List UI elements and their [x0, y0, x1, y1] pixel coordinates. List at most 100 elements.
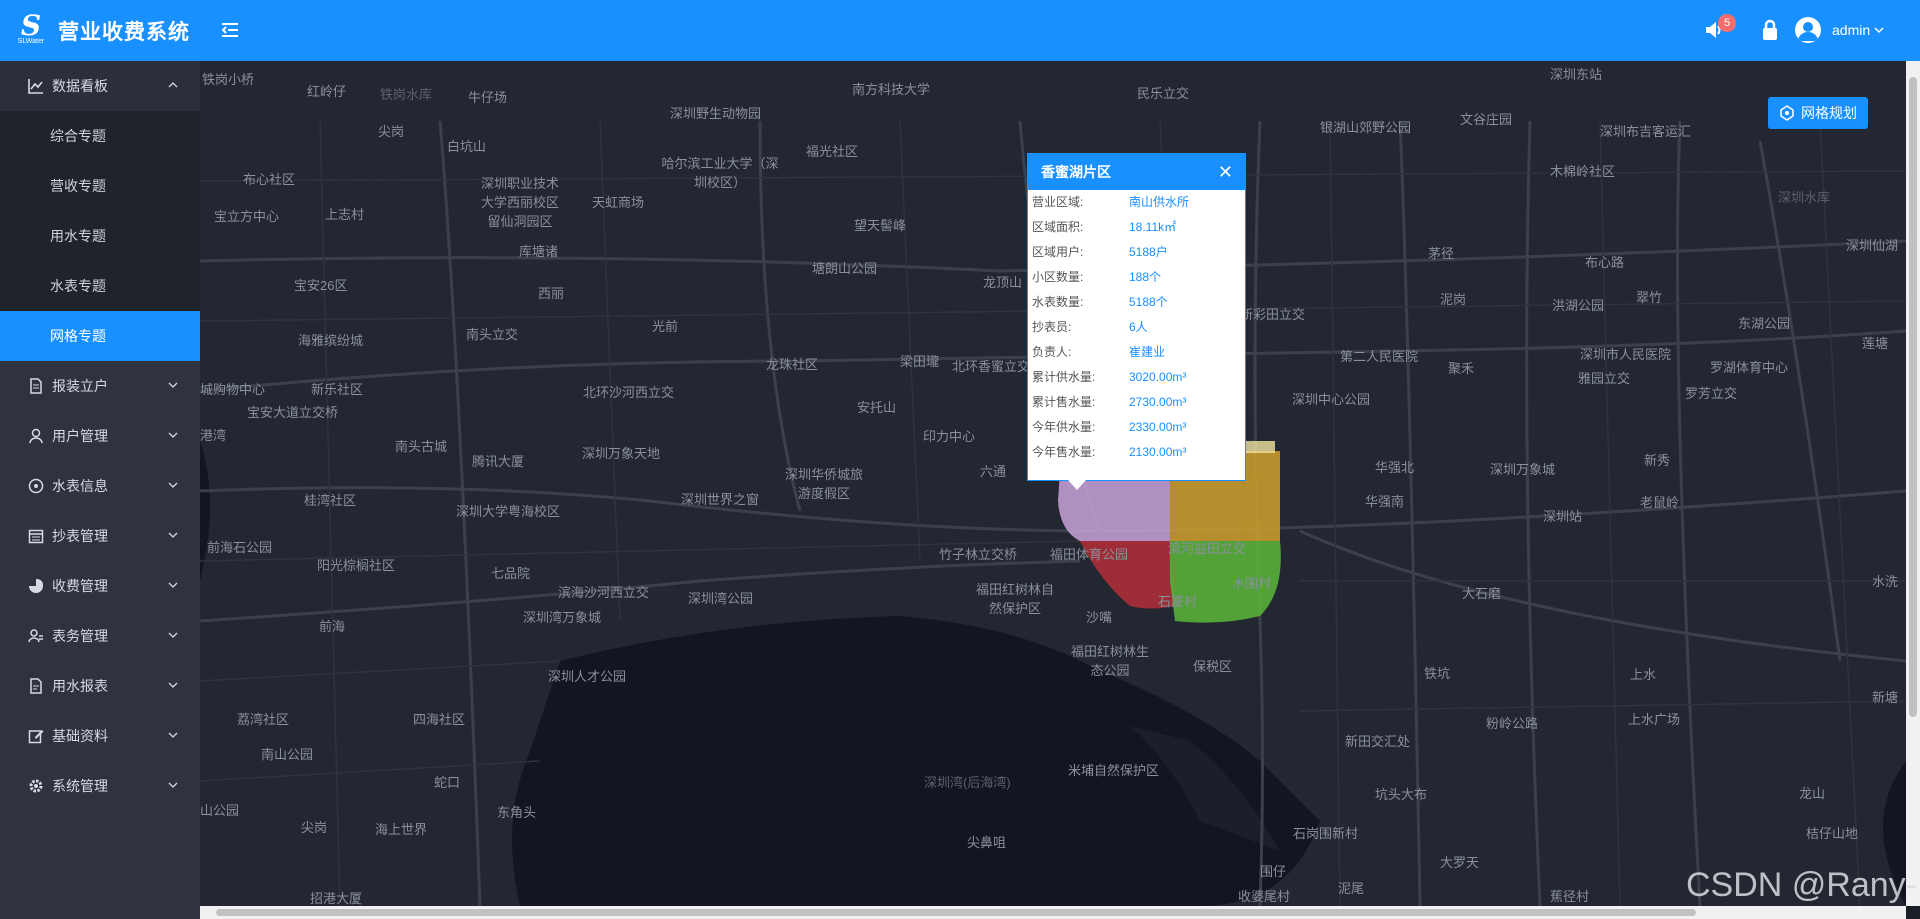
map-place-label: 水洗: [1872, 574, 1899, 589]
map-place-label: 沙嘴: [1086, 610, 1113, 625]
popup-row-key: 区域面积:: [1032, 220, 1084, 234]
sidebar-item-meter-info[interactable]: 水表信息: [0, 461, 200, 511]
popup-row-value: 5188个: [1129, 295, 1168, 309]
map-place-label: 深圳湾(后海湾): [924, 775, 1011, 790]
popup-row-value: 2130.00m³: [1129, 445, 1187, 459]
grid-planning-icon: [1780, 105, 1794, 121]
sidebar-item-reading[interactable]: 抄表管理: [0, 511, 200, 561]
sidebar-item-dashboard[interactable]: 数据看板: [0, 61, 200, 111]
map-place-label: 尖岗: [378, 124, 405, 139]
sidebar-subitem-meter[interactable]: 水表专题: [0, 261, 200, 311]
sidebar-item-charges[interactable]: 收费管理: [0, 561, 200, 611]
map-place-label: 海上世界: [375, 822, 428, 837]
chevron-down-icon: [168, 432, 178, 438]
app-logo: S SLWater: [14, 12, 48, 48]
sidebar-item-label: 数据看板: [52, 78, 108, 94]
sidebar-item-label: 用户管理: [52, 428, 108, 444]
lock-icon[interactable]: [1760, 19, 1780, 41]
sidebar-item-meter-service[interactable]: 表务管理: [0, 611, 200, 661]
map-place-label: 深圳万象城: [1490, 462, 1556, 477]
popup-row-key: 抄表员:: [1032, 320, 1072, 334]
close-icon[interactable]: ✕: [1218, 154, 1233, 190]
map-place-label: 尖岗: [301, 820, 328, 835]
map-place-label: 滨河益田立交: [1168, 541, 1247, 556]
popup-row-value: 3020.00m³: [1129, 370, 1187, 384]
map-place-label: 水围村: [1232, 576, 1272, 591]
popup-row: 水表数量: 5188个: [1028, 290, 1245, 315]
document-icon: [30, 378, 42, 394]
chart-icon: [28, 79, 43, 94]
map-place-label: 望天髻峰: [854, 218, 907, 233]
map-place-label: 梁田瓏: [900, 354, 940, 369]
map-place-label: 福田红树林生态公园: [1070, 644, 1149, 678]
map-place-label: 龙山: [1799, 786, 1826, 801]
map-place-label: 深圳野生动物园: [670, 106, 762, 121]
sidebar-item-installation[interactable]: 报装立户: [0, 361, 200, 411]
popup-row-value: 2330.00m³: [1129, 420, 1187, 434]
sidebar-item-users[interactable]: 用户管理: [0, 411, 200, 461]
popup-pointer: [1068, 480, 1086, 490]
sidebar-item-label: 水表信息: [52, 478, 108, 494]
map-place-label: 泥岗: [1440, 292, 1467, 307]
scrollbar-thumb[interactable]: [1909, 77, 1917, 717]
logo-text: SLWater: [17, 38, 45, 45]
popup-row-value: 崔建业: [1129, 345, 1166, 359]
map-place-label: 深圳职业技术大学西丽校区留仙洞园区: [480, 176, 559, 229]
map-place-label: 宝安26区: [294, 278, 348, 293]
map-place-label: 泥尾: [1338, 881, 1365, 896]
map-place-label: 新田交汇处: [1345, 734, 1411, 749]
popup-row-key: 营业区域:: [1032, 195, 1084, 209]
scrollbar-thumb[interactable]: [216, 909, 1696, 916]
popup-row: 小区数量: 188个: [1028, 265, 1245, 290]
map-place-label: 罗湖体育中心: [1710, 360, 1789, 375]
chevron-down-icon: [168, 582, 178, 588]
map-place-label: 南山公园: [261, 747, 314, 762]
map-place-label: 华强北: [1375, 460, 1415, 475]
map-place-label: 牛仔场: [468, 90, 508, 105]
pie-icon: [29, 579, 43, 593]
chevron-down-icon: [168, 532, 178, 538]
map-place-label: 围仔: [1260, 864, 1287, 879]
map-place-label: 洪湖公园: [1552, 298, 1605, 313]
sidebar-subitem-overall[interactable]: 综合专题: [0, 111, 200, 161]
map-place-label: 深圳布吉客运汇: [1600, 124, 1692, 139]
sidebar-subitem-revenue[interactable]: 营收专题: [0, 161, 200, 211]
sidebar-item-system[interactable]: 系统管理: [0, 761, 200, 811]
sidebar-item-label: 抄表管理: [52, 528, 108, 544]
popup-row-key: 今年售水量:: [1032, 445, 1096, 459]
popup-row-value: 5188户: [1129, 245, 1168, 259]
chevron-down-icon: [168, 732, 178, 738]
user-menu[interactable]: admin: [1832, 22, 1884, 38]
map-place-label: 白坑山: [447, 139, 487, 154]
vertical-scrollbar[interactable]: [1906, 61, 1920, 906]
map-place-label: 布心社区: [243, 172, 296, 187]
sidebar-item-label: 基础资料: [52, 728, 108, 744]
menu-collapse-icon[interactable]: [218, 18, 242, 42]
map-place-label: 西丽: [538, 286, 565, 301]
report-icon: [30, 678, 42, 694]
sidebar-subitem-water-usage[interactable]: 用水专题: [0, 211, 200, 261]
horizontal-scrollbar[interactable]: [200, 906, 1906, 919]
username: admin: [1832, 22, 1871, 38]
avatar[interactable]: [1795, 17, 1821, 43]
map-place-label: 米埔自然保护区: [1068, 763, 1160, 778]
popup-row-key: 负责人:: [1032, 345, 1072, 359]
popup-row-key: 今年供水量:: [1032, 420, 1096, 434]
sidebar-item-label: 用水报表: [52, 678, 108, 694]
sidebar-item-label: 报装立户: [52, 378, 108, 394]
map-place-label: 尖鼻咀: [967, 835, 1007, 850]
sidebar-subitem-grid[interactable]: 网格专题: [0, 311, 200, 361]
map-place-label: 东角头: [497, 805, 537, 820]
map-place-label: 铁坑: [1424, 666, 1451, 681]
map-place-label: 文谷庄园: [1460, 112, 1513, 127]
map-place-label: 塘朗山公园: [812, 261, 878, 276]
map-place-label: 宝安大道立交桥: [247, 405, 339, 420]
sidebar-item-base-data[interactable]: 基础资料: [0, 711, 200, 761]
map-place-label: 南头古城: [395, 439, 448, 454]
map-place-label: 腾讯大厦: [472, 454, 525, 469]
map-place-label: 荔湾社区: [237, 712, 290, 727]
sidebar-item-reports[interactable]: 用水报表: [0, 661, 200, 711]
map-place-label: 阳光棕榈社区: [317, 558, 396, 573]
grid-planning-button[interactable]: 网格规划: [1768, 97, 1868, 129]
map-place-label: 福田红树林自然保护区: [975, 582, 1054, 616]
